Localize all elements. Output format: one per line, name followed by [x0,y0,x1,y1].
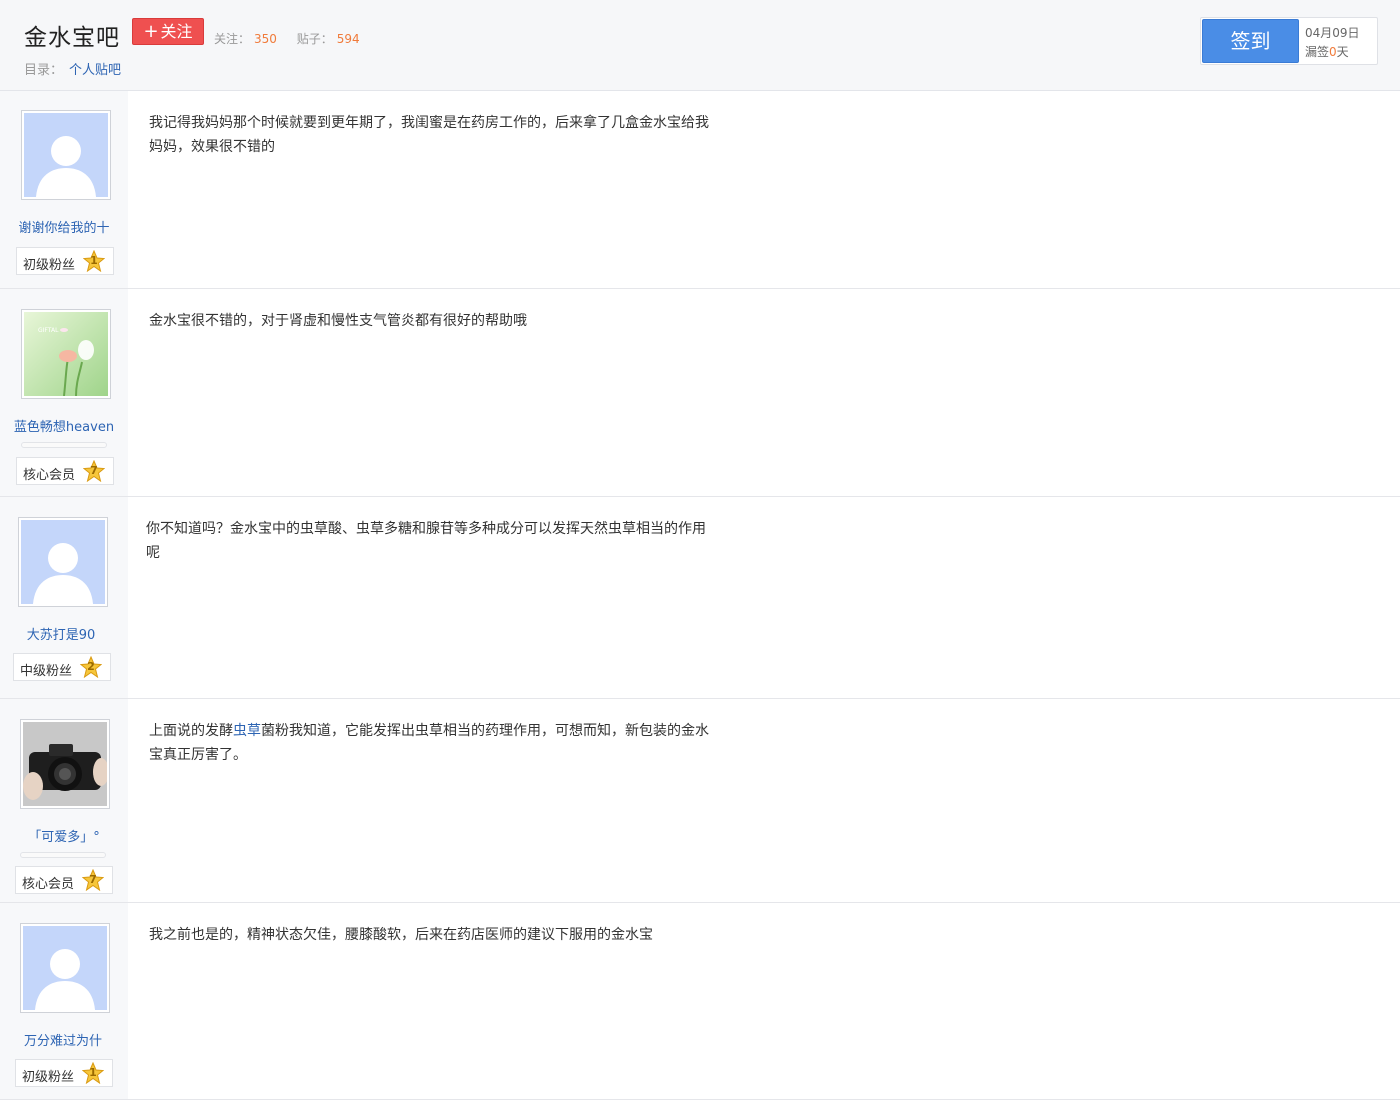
post-item: 万分难过为什 初级粉丝 1 我之前也是的，精神状态欠佳，腰膝酸软，后来在药店医师… [0,903,1400,1100]
level-badge[interactable]: 初级粉丝 1 [15,1059,113,1087]
post-author-panel: GIFTAL 蓝色畅想heaven 核心会员 7 [0,289,128,496]
default-avatar-icon[interactable] [21,110,111,200]
directory-link[interactable]: 个人贴吧 [69,63,121,78]
post-item: 谢谢你给我的十 初级粉丝 1 我记得我妈妈那个时候就要到更年期了，我闺蜜是在药房… [0,91,1400,289]
forum-header: 金水宝吧 + 关注 关注： 350 贴子： 594 目录： 个人贴吧 签到 04月09日… [0,0,1400,91]
level-number: 1 [89,1066,97,1079]
signin-date: 04月09日 [1305,26,1360,40]
level-badge[interactable]: 初级粉丝 1 [16,247,114,275]
signin-missed-days: 0 [1329,45,1337,59]
post-content: 你不知道吗？金水宝中的虫草酸、虫草多糖和腺苷等多种成分可以发挥天然虫草相当的作用… [146,521,706,561]
directory: 目录： 个人贴吧 [24,59,121,78]
post-author-name[interactable]: 蓝色畅想heaven [0,416,128,435]
follow-button[interactable]: + 关注 [132,18,204,45]
level-title: 初级粉丝 [22,1070,75,1085]
plus-icon: + [143,21,159,42]
level-badge[interactable]: 核心会员 7 [15,866,113,894]
keyword-link[interactable]: 虫草 [233,723,261,739]
followers-label: 关注： [214,32,251,46]
directory-label: 目录： [24,63,64,78]
level-badge[interactable]: 中级粉丝 2 [13,653,111,681]
post-content: 上面说的发酵虫草菌粉我知道，它能发挥出虫草相当的药理作用，可想而知，新包装的金水… [149,719,715,767]
level-number: 2 [87,660,95,673]
star-icon: 1 [83,250,105,272]
level-title: 中级粉丝 [20,664,73,679]
svg-text:GIFTAL: GIFTAL [38,327,59,334]
level-number: 1 [90,254,98,267]
post-item: 大苏打是90 中级粉丝 2 你不知道吗？金水宝中的虫草酸、虫草多糖和腺苷等多种成… [0,497,1400,699]
signin-missed: 漏签0天 [1305,43,1349,60]
level-number: 7 [89,873,97,886]
post-content: 我之前也是的，精神状态欠佳，腰膝酸软，后来在药店医师的建议下服用的金水宝 [149,927,653,943]
camera-avatar-icon[interactable] [20,719,110,809]
post-author-name[interactable]: 大苏打是90 [0,624,125,643]
default-avatar-icon[interactable] [18,517,108,607]
signin-panel: 签到 04月09日 漏签0天 [1200,17,1378,65]
forum-title[interactable]: 金水宝吧 [24,18,120,52]
followers-count: 350 [254,32,277,46]
level-progress-bar [21,442,107,448]
level-title: 初级粉丝 [23,258,76,273]
post-content-text: 上面说的发酵 [149,723,233,739]
level-progress-bar [20,852,106,858]
default-avatar-icon[interactable] [20,923,110,1013]
post-content: 我记得我妈妈那个时候就要到更年期了，我闺蜜是在药房工作的，后来拿了几盒金水宝给我… [149,115,709,155]
post-author-panel: 「可爱多」° 核心会员 7 [0,699,128,902]
star-icon: 7 [82,869,104,891]
star-icon: 2 [80,656,102,678]
star-icon: 7 [83,460,105,482]
signin-missed-suffix: 天 [1336,45,1349,59]
follow-button-label: 关注 [160,22,193,41]
post-author-panel: 大苏打是90 中级粉丝 2 [0,497,128,698]
post-author-name[interactable]: 万分难过为什 [0,1030,127,1049]
signin-missed-prefix: 漏签 [1305,45,1330,59]
post-author-panel: 谢谢你给我的十 初级粉丝 1 [0,91,128,288]
level-badge[interactable]: 核心会员 7 [16,457,114,485]
level-number: 7 [90,464,98,477]
posts-label: 贴子： [296,32,333,46]
post-author-name[interactable]: 「可爱多」° [0,826,128,845]
level-title: 核心会员 [22,877,75,892]
post-item: 「可爱多」° 核心会员 7 上面说的发酵虫草菌粉我知道，它能发挥出虫草相当的药理… [0,699,1400,903]
post-content: 金水宝很不错的，对于肾虚和慢性支气管炎都有很好的帮助哦 [149,313,527,329]
post-author-name[interactable]: 谢谢你给我的十 [0,217,128,236]
level-title: 核心会员 [23,468,76,483]
star-icon: 1 [82,1062,104,1084]
forum-stats: 关注： 350 贴子： 594 [214,30,376,47]
signin-button[interactable]: 签到 [1202,19,1299,63]
posts-count: 594 [336,32,360,46]
flower-avatar-icon[interactable]: GIFTAL [21,309,111,399]
post-item: GIFTAL 蓝色畅想heaven 核心会员 7 金水宝很不错的，对于肾虚和慢性… [0,289,1400,497]
post-author-panel: 万分难过为什 初级粉丝 1 [0,903,128,1099]
